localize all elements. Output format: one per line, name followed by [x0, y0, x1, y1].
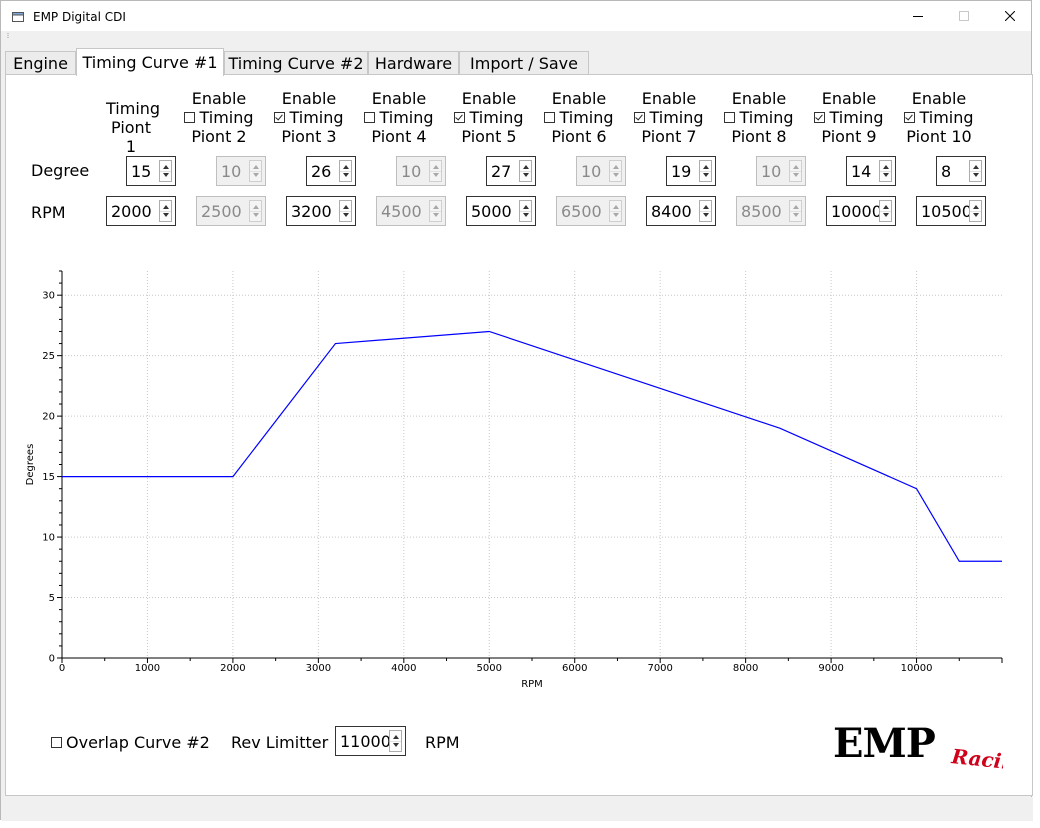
x-tick-label: 6000 [562, 663, 587, 674]
y-tick-label: 10 [42, 533, 55, 544]
x-tick-label: 4000 [391, 663, 416, 674]
x-axis-label: RPM [521, 679, 543, 690]
rev-limiter-unit: RPM [425, 733, 460, 752]
x-tick-label: 10000 [901, 663, 933, 674]
timing-curve-chart: 0 1000 2000 3000 4000 5000 6000 7000 8000 9000 100… [25, 270, 1003, 690]
x-tick-label: 8000 [733, 663, 758, 674]
spin-up-icon[interactable] [393, 735, 399, 739]
y-tick-label: 0 [49, 654, 55, 665]
spin-down-icon[interactable] [393, 743, 399, 747]
app-window: EMP Digital CDI Engine Timing Curve #1 T… [0, 0, 1033, 821]
x-tick-label: 3000 [306, 663, 331, 674]
logo-script-text: Racing [949, 744, 1003, 773]
overlap-checkbox-box[interactable] [51, 737, 62, 748]
x-tick-label: 0 [59, 663, 65, 674]
x-tick-label: 9000 [818, 663, 843, 674]
rev-limiter-spinbox[interactable]: 11000 [335, 726, 406, 756]
rev-limiter-arrows[interactable] [389, 730, 402, 752]
overlap-label: Overlap Curve #2 [66, 733, 210, 752]
y-tick-label: 5 [49, 593, 55, 604]
y-tick-label: 30 [42, 291, 55, 302]
logo-main-text: EMP [833, 723, 936, 767]
x-tick-label: 2000 [220, 663, 245, 674]
y-axis-label: Degrees [25, 444, 36, 486]
y-tick-label: 25 [42, 351, 55, 362]
emp-racing-logo: EMP Racing [833, 723, 1003, 773]
tab-timing-curve-1[interactable]: Timing Curve #1 [76, 48, 224, 76]
x-tick-label: 5000 [477, 663, 502, 674]
rev-limiter-label: Rev Limitter [231, 733, 329, 752]
x-tick-label: 1000 [135, 663, 160, 674]
overlap-curve-checkbox[interactable]: Overlap Curve #2 [51, 733, 210, 752]
x-tick-label: 7000 [647, 663, 672, 674]
status-bar [1, 797, 1033, 821]
y-tick-label: 15 [42, 472, 55, 483]
rev-limiter-value: 11000 [340, 732, 391, 751]
y-tick-label: 20 [42, 412, 55, 423]
timing-curve-line [62, 330, 1002, 562]
